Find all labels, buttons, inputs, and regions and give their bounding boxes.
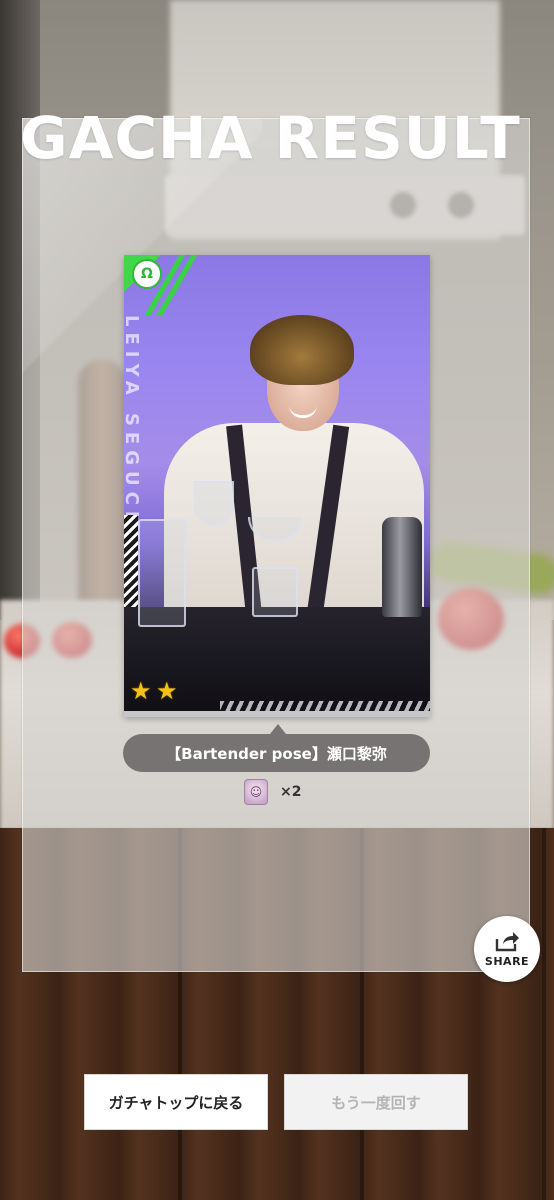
attribute-badge-icon: Ω (132, 259, 162, 289)
character-hair (250, 315, 354, 385)
rocks-glass (252, 567, 298, 617)
bonus-item-row: ☺ ×2 (244, 778, 301, 806)
item-count: ×2 (280, 784, 302, 800)
pill-pointer (270, 724, 286, 734)
card-frame (124, 711, 430, 717)
share-label: SHARE (484, 955, 530, 968)
back-to-gacha-top-button[interactable]: ガチャトップに戻る (84, 1074, 268, 1130)
page-title: GACHA RESULT (20, 104, 521, 172)
star-icon: ★ (156, 677, 178, 705)
fan-item-icon: ☺ (244, 779, 268, 805)
wine-glass (194, 481, 234, 525)
share-icon (495, 932, 519, 952)
tumbler-glass (138, 519, 186, 627)
rarity-stars: ★ ★ (130, 679, 180, 703)
star-icon: ★ (130, 677, 152, 705)
card-footer-stripe (220, 701, 430, 711)
card-title-label: 【Bartender pose】瀬口黎弥 (123, 734, 430, 772)
result-card[interactable]: Ω LEIYA SEGUCHI ★ ★ (124, 255, 430, 717)
roll-again-button[interactable]: もう一度回す (284, 1074, 468, 1130)
share-button[interactable]: SHARE (474, 916, 540, 982)
cocktail-shaker (382, 517, 422, 617)
